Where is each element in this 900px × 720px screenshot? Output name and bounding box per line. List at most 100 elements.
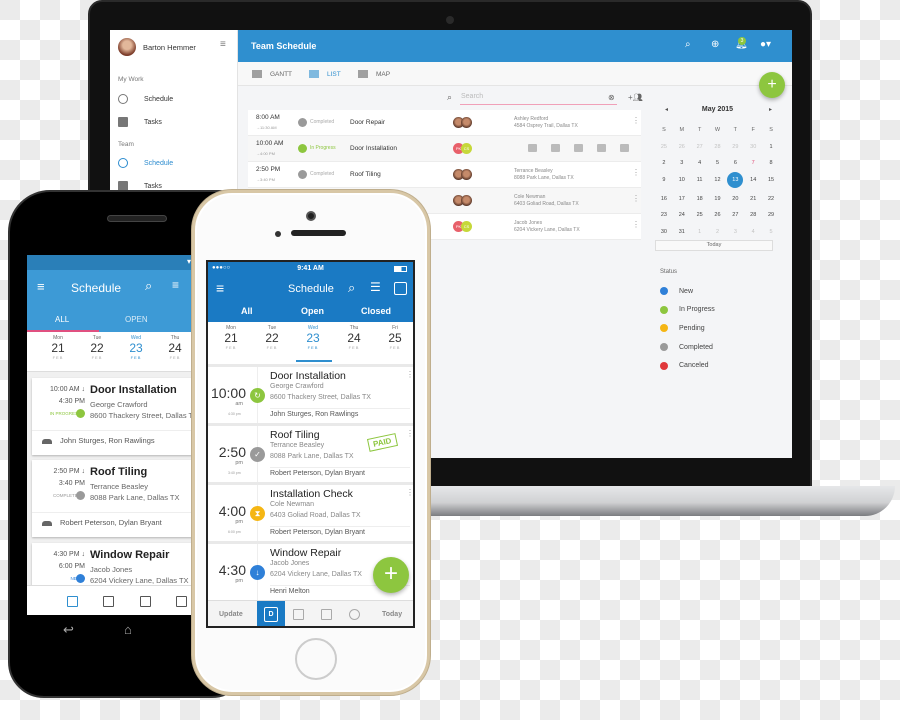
calendar-day[interactable]: 30 (744, 142, 762, 153)
comment-icon[interactable] (528, 144, 537, 152)
assignee-avatar[interactable] (461, 195, 472, 206)
calendar-day[interactable]: 24 (673, 210, 691, 221)
gantt-icon[interactable] (103, 596, 114, 607)
calendar-day[interactable]: 27 (726, 210, 744, 221)
home-button[interactable]: ⌂ (124, 622, 132, 637)
sidebar-item-team-schedule[interactable]: Schedule (118, 155, 233, 171)
date-item[interactable]: Wed 23 FEB (121, 335, 151, 360)
document-icon[interactable] (574, 144, 583, 152)
calendar-day[interactable]: 1 (762, 142, 780, 153)
camera-icon[interactable] (620, 144, 629, 152)
calendar-day[interactable]: 14 (744, 175, 762, 186)
home-button[interactable] (295, 638, 337, 680)
assignee-avatar[interactable] (461, 169, 472, 180)
calendar-day[interactable]: 9 (655, 175, 673, 186)
more-options-icon[interactable]: ⋮ (632, 116, 640, 125)
day-view-button[interactable]: D (257, 601, 285, 626)
date-item[interactable]: Mon 21 FEB (43, 335, 73, 360)
date-item[interactable]: Fri 25 FEB (380, 325, 410, 350)
calendar-day[interactable]: 28 (709, 142, 727, 153)
user-avatar[interactable] (118, 38, 136, 56)
list-icon[interactable] (140, 596, 151, 607)
more-options-icon[interactable]: ⋮ (406, 488, 413, 497)
next-month-button[interactable]: ▸ (769, 106, 772, 113)
tab-all[interactable]: All (241, 306, 253, 316)
calendar-day[interactable]: 2 (655, 158, 673, 169)
add-fab-button[interactable]: + (373, 557, 409, 593)
checklist-icon[interactable] (551, 144, 560, 152)
more-options-icon[interactable]: ⋮ (632, 194, 640, 203)
calendar-day[interactable]: 3 (673, 158, 691, 169)
calendar-day[interactable]: 19 (709, 194, 727, 205)
search-input[interactable]: Search (460, 93, 617, 105)
table-row[interactable]: 8:00 AM →11:30 AM Completed Door Repair … (248, 110, 641, 136)
calendar-day[interactable]: 25 (691, 210, 709, 221)
table-row[interactable]: 2:50 PM →3:40 PM Completed Roof Tiling T… (248, 162, 641, 188)
more-options-icon[interactable]: ⋮ (406, 429, 413, 438)
calendar-day[interactable]: 16 (655, 194, 673, 205)
tab-open[interactable]: Open (301, 306, 324, 316)
add-circle-icon[interactable]: ⊕ (711, 39, 719, 50)
date-item[interactable]: Tue 22 FEB (82, 335, 112, 360)
table-row[interactable]: 10:00 AM →4:00 PM In Progress Door Insta… (248, 136, 641, 162)
calendar-day[interactable]: 31 (673, 227, 691, 238)
calendar-day[interactable]: 20 (726, 194, 744, 205)
calendar-day[interactable]: 15 (762, 175, 780, 186)
calendar-day[interactable]: 4 (691, 158, 709, 169)
tab-list[interactable]: LIST (309, 70, 341, 78)
list-icon[interactable] (321, 609, 332, 620)
calendar-day[interactable]: 5 (709, 158, 727, 169)
today-button[interactable]: Today (655, 240, 773, 251)
job-card[interactable]: 2:50 pm 3:40 pm ✓ Roof Tiling Terrance B… (208, 426, 413, 482)
search-icon[interactable]: ⌕ (145, 278, 152, 294)
add-fab-button[interactable]: + (759, 72, 785, 98)
calendar-day[interactable]: 2 (709, 227, 727, 238)
date-item[interactable]: Thu 24 FEB (160, 335, 190, 360)
tab-closed[interactable]: Closed (361, 306, 391, 316)
calendar-day[interactable]: 13 (727, 172, 744, 189)
globe-icon[interactable] (349, 609, 360, 620)
more-options-icon[interactable]: ⋮ (632, 168, 640, 177)
calendar-day[interactable]: 8 (762, 158, 780, 169)
calendar-day[interactable]: 7 (744, 158, 762, 169)
calendar-day[interactable]: 28 (744, 210, 762, 221)
calendar-day[interactable]: 21 (744, 194, 762, 205)
sidebar-item-my-schedule[interactable]: Schedule (118, 91, 233, 107)
sidebar-item-my-tasks[interactable]: Tasks (118, 114, 233, 130)
calendar-day[interactable]: 29 (726, 142, 744, 153)
today-button[interactable]: Today (382, 611, 402, 618)
calendar-day[interactable]: 6 (726, 158, 744, 169)
calendar-icon[interactable] (394, 282, 407, 295)
search-icon[interactable]: ⌕ (685, 39, 691, 50)
date-item[interactable]: Mon 21 FEB (216, 325, 246, 350)
tab-all[interactable]: ALL (55, 315, 69, 324)
hamburger-menu-icon[interactable]: ≡ (216, 280, 224, 296)
calendar-day[interactable]: 26 (673, 142, 691, 153)
assignee-avatar[interactable] (461, 117, 472, 128)
back-button[interactable]: ↩ (63, 622, 74, 638)
calendar-day[interactable]: 3 (726, 227, 744, 238)
add-person-icon[interactable]: +👥︎ (628, 93, 643, 102)
calendar-day[interactable]: 12 (709, 175, 727, 186)
calendar-day[interactable]: 23 (655, 210, 673, 221)
calendar-day[interactable]: 1 (691, 227, 709, 238)
more-options-icon[interactable]: ⋮ (632, 220, 640, 229)
filter-icon[interactable]: ≡ (172, 278, 179, 292)
gantt-icon[interactable] (293, 609, 304, 620)
assignee-avatar[interactable]: CS (461, 143, 472, 154)
update-button[interactable]: Update (219, 611, 243, 618)
calendar-day[interactable]: 29 (762, 210, 780, 221)
calendar-day[interactable]: 27 (691, 142, 709, 153)
job-card[interactable]: 10:00 am 4:30 pm ↻ Door Installation Geo… (208, 367, 413, 423)
calendar-day[interactable]: 30 (655, 227, 673, 238)
filter-sliders-icon[interactable]: ☰ (370, 280, 381, 294)
clear-search-icon[interactable]: ⊗ (608, 93, 615, 102)
more-options-icon[interactable]: ⋮ (406, 370, 413, 379)
calendar-day[interactable]: 18 (691, 194, 709, 205)
tab-open[interactable]: OPEN (125, 315, 148, 324)
calendar-icon[interactable] (67, 596, 78, 607)
job-card[interactable]: 2:50 PM ↓ 3:40 PM COMPLETED Roof Tiling … (32, 460, 197, 537)
map-icon[interactable] (176, 596, 187, 607)
calendar-day[interactable]: 10 (673, 175, 691, 186)
calendar-day[interactable]: 5 (762, 227, 780, 238)
